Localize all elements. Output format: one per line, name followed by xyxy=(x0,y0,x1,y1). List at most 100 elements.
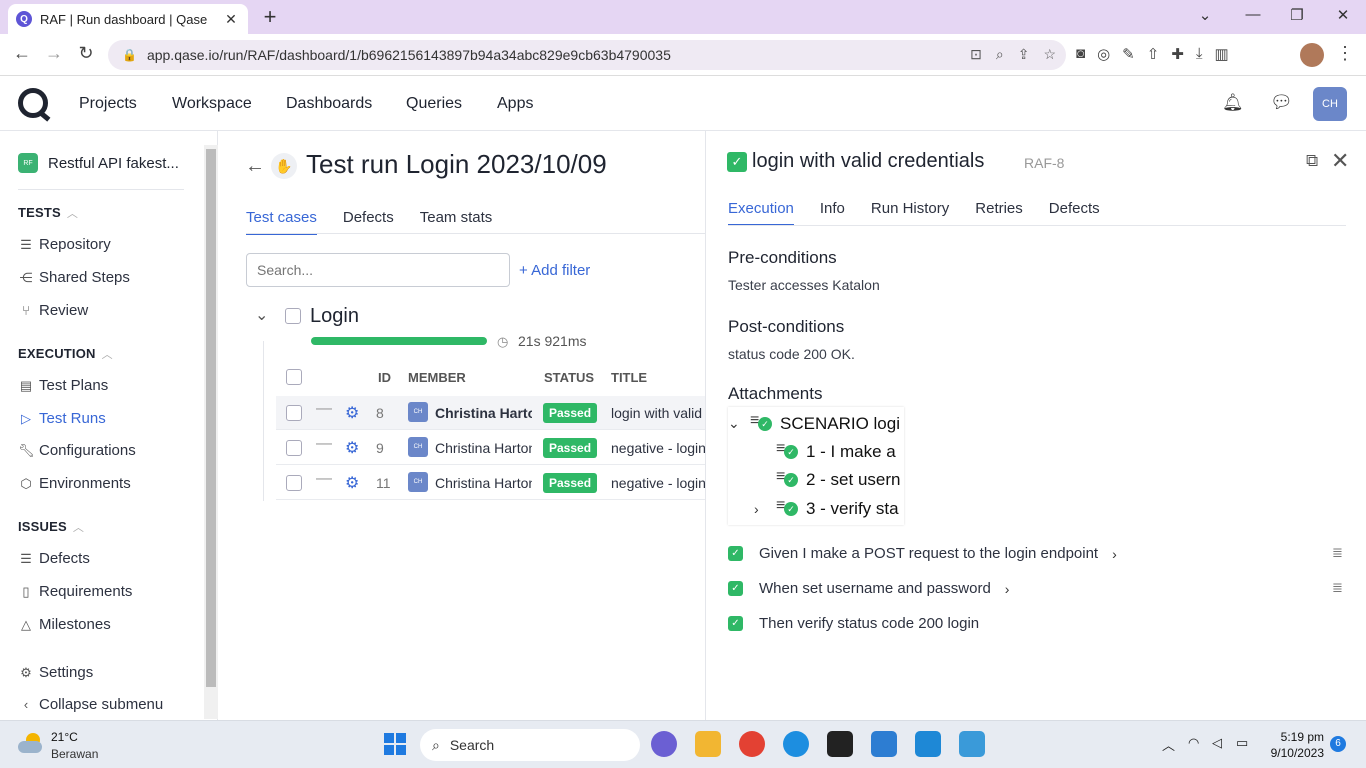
camera-extension-icon[interactable]: ◙ xyxy=(1076,45,1085,63)
nav-projects[interactable]: Projects xyxy=(79,95,137,113)
case-title[interactable]: login with valid credentials xyxy=(611,405,706,421)
close-tab-icon[interactable]: ✕ xyxy=(222,11,240,28)
sidebar-item-defects[interactable]: ☰ Defects xyxy=(18,550,90,567)
restore-icon[interactable]: ❐ xyxy=(1282,6,1312,24)
chevron-up-icon[interactable]: ︿ xyxy=(1162,735,1175,754)
minimize-icon[interactable]: — xyxy=(1238,6,1268,23)
column-id[interactable]: ID xyxy=(378,370,391,385)
app-icon[interactable] xyxy=(827,731,853,757)
close-icon[interactable]: ✕ xyxy=(1331,148,1349,174)
close-window-icon[interactable]: ✕ xyxy=(1328,6,1358,24)
profile-avatar[interactable] xyxy=(1300,43,1324,67)
file-explorer-icon[interactable] xyxy=(695,731,721,757)
browser-menu-icon[interactable]: ⋮ xyxy=(1336,43,1354,64)
download-icon[interactable]: ⤓ xyxy=(1196,45,1203,63)
row-checkbox[interactable] xyxy=(286,475,302,491)
user-avatar[interactable]: CH xyxy=(1313,87,1347,121)
nav-dashboards[interactable]: Dashboards xyxy=(286,95,372,113)
sidebar-item-repository[interactable]: ☰ Repository xyxy=(18,236,111,253)
table-row[interactable]: — ⚙ 11 CH Christina Hartono Passed negat… xyxy=(276,466,706,500)
edge-icon[interactable] xyxy=(783,731,809,757)
sidebar-item-test-plans[interactable]: ▤ Test Plans xyxy=(18,377,108,394)
case-title[interactable]: negative - login xyxy=(611,440,706,456)
chrome-icon[interactable] xyxy=(739,731,765,757)
bell-icon[interactable]: 🔔︎ xyxy=(1222,93,1244,113)
tab-retries[interactable]: Retries xyxy=(975,200,1023,226)
side-panel-icon[interactable]: ▥ xyxy=(1215,45,1229,63)
nav-workspace[interactable]: Workspace xyxy=(172,95,252,113)
gear-icon[interactable]: ⚙ xyxy=(345,403,359,423)
sidebar-item-test-runs[interactable]: ▷ Test Runs xyxy=(18,410,106,427)
column-status[interactable]: STATUS xyxy=(544,370,594,385)
tab-test-cases[interactable]: Test cases xyxy=(246,209,317,235)
extension-upload-icon[interactable]: ⇧ xyxy=(1147,45,1160,63)
chat-icon[interactable]: 💬︎ xyxy=(1270,92,1293,113)
sidebar-item-configurations[interactable]: 🔧︎ Configurations xyxy=(18,442,136,459)
share-icon[interactable]: ⇪ xyxy=(1018,46,1030,63)
bookmark-star-icon[interactable]: ☆ xyxy=(1043,46,1056,63)
add-filter-button[interactable]: + Add filter xyxy=(519,262,590,279)
tab-team-stats[interactable]: Team stats xyxy=(420,209,493,235)
step-passed-checkbox[interactable]: ✓ xyxy=(728,581,743,596)
weather-icon[interactable] xyxy=(18,733,44,753)
open-in-new-window-icon[interactable]: ⧉ xyxy=(1306,151,1318,171)
select-all-checkbox[interactable] xyxy=(286,369,302,385)
tab-defects[interactable]: Defects xyxy=(1049,200,1100,226)
database-icon[interactable]: ≣ xyxy=(1332,545,1343,561)
extensions-puzzle-icon[interactable]: ✚ xyxy=(1171,45,1184,63)
project-selector[interactable]: RF Restful API fakest... xyxy=(18,153,179,173)
sidebar-item-environments[interactable]: ⬡ Environments xyxy=(18,475,130,492)
windows-start-icon[interactable] xyxy=(384,733,406,755)
wifi-icon[interactable]: ◠ xyxy=(1188,735,1199,751)
sidebar-item-settings[interactable]: ⚙ Settings xyxy=(18,664,93,681)
column-title[interactable]: TITLE xyxy=(611,370,647,385)
notepad-icon[interactable] xyxy=(871,731,897,757)
section-issues[interactable]: ISSUES ︿ xyxy=(18,519,84,535)
column-member[interactable]: MEMBER xyxy=(408,370,466,385)
new-tab-icon[interactable]: + xyxy=(258,5,282,29)
extension-circle-icon[interactable]: ◎ xyxy=(1097,45,1110,63)
reload-icon[interactable]: ↻ xyxy=(74,43,98,64)
sidebar-item-review[interactable]: ⑂ Review xyxy=(18,302,88,319)
step-row[interactable]: ✓ Then verify status code 200 login xyxy=(728,615,979,632)
step-passed-checkbox[interactable]: ✓ xyxy=(728,616,743,631)
tab-run-history[interactable]: Run History xyxy=(871,200,949,226)
tab-info[interactable]: Info xyxy=(820,200,845,226)
row-checkbox[interactable] xyxy=(286,405,302,421)
photos-icon[interactable] xyxy=(959,731,985,757)
chevron-right-icon[interactable]: › xyxy=(1112,546,1117,562)
table-row[interactable]: — ⚙ 8 CH Christina Hartono Passed login … xyxy=(276,396,706,430)
forward-icon[interactable]: → xyxy=(42,43,66,64)
step-passed-checkbox[interactable]: ✓ xyxy=(728,546,743,561)
step-row[interactable]: ✓ When set username and password › xyxy=(728,580,1009,597)
gear-icon[interactable]: ⚙ xyxy=(345,438,359,458)
section-execution[interactable]: EXECUTION ︿ xyxy=(18,346,113,362)
notification-badge[interactable]: 6 xyxy=(1330,736,1346,752)
tab-execution[interactable]: Execution xyxy=(728,200,794,226)
back-arrow-icon[interactable]: ← xyxy=(245,155,265,178)
chevron-right-icon[interactable]: › xyxy=(1005,581,1010,597)
case-code[interactable]: RAF-8 xyxy=(1024,155,1064,171)
battery-icon[interactable]: ▭ xyxy=(1236,735,1248,751)
database-icon[interactable]: ≣ xyxy=(1332,580,1343,596)
back-icon[interactable]: ← xyxy=(10,43,34,64)
teams-icon[interactable] xyxy=(651,731,677,757)
nav-queries[interactable]: Queries xyxy=(406,95,462,113)
sidebar-scrollbar-thumb[interactable] xyxy=(206,149,216,687)
extension-pen-icon[interactable]: ✎ xyxy=(1122,45,1135,63)
taskbar-search[interactable]: ⌕ Search xyxy=(420,729,640,761)
collapse-submenu-button[interactable]: ‹ Collapse submenu xyxy=(18,696,163,713)
zoom-icon[interactable]: ⌕ xyxy=(996,46,1004,63)
qase-logo[interactable] xyxy=(18,88,48,118)
chevron-down-icon[interactable]: ⌄ xyxy=(255,305,268,325)
section-tests[interactable]: TESTS ︿ xyxy=(18,205,78,221)
browser-tab[interactable]: Q RAF | Run dashboard | Qase ✕ xyxy=(8,4,248,34)
step-row[interactable]: ✓ Given I make a POST request to the log… xyxy=(728,545,1117,562)
address-bar[interactable]: 🔒 app.qase.io/run/RAF/dashboard/1/b69621… xyxy=(108,40,1066,70)
gear-icon[interactable]: ⚙ xyxy=(345,473,359,493)
sidebar-item-shared-steps[interactable]: ⋲ Shared Steps xyxy=(18,269,130,286)
nav-apps[interactable]: Apps xyxy=(497,95,533,113)
table-row[interactable]: — ⚙ 9 CH Christina Hartono Passed negati… xyxy=(276,431,706,465)
search-input[interactable] xyxy=(246,253,510,287)
tab-defects[interactable]: Defects xyxy=(343,209,394,235)
